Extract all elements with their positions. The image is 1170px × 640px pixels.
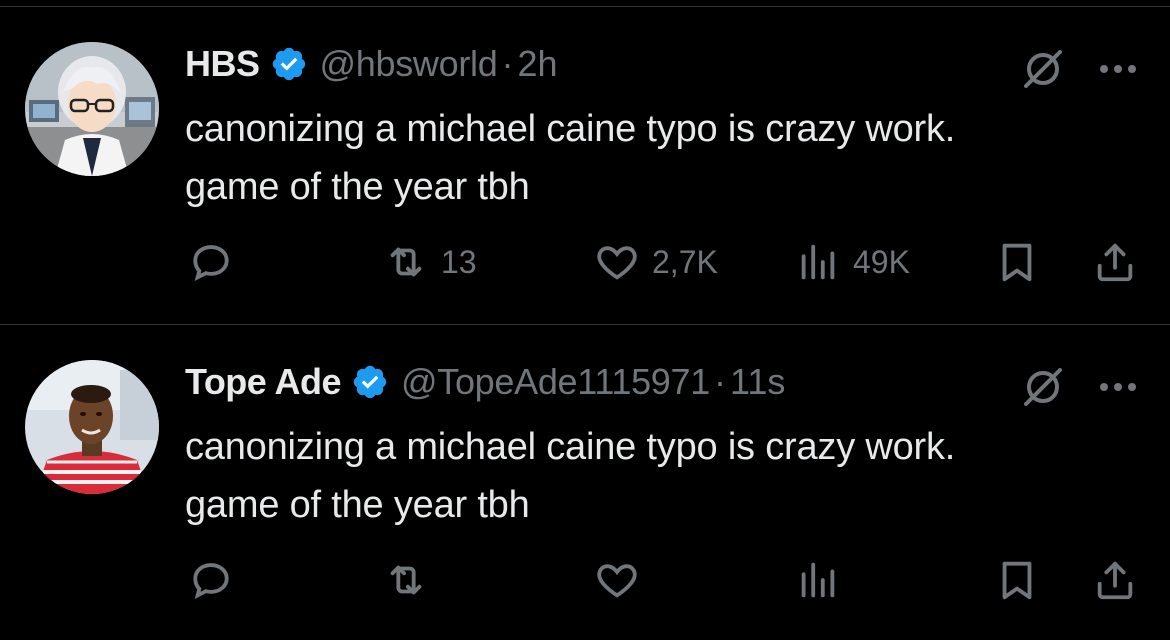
action-bar xyxy=(0,552,1170,608)
separator-dot: · xyxy=(501,43,514,84)
tweet-header: Tope Ade @TopeAde1115971 · 11s xyxy=(185,359,785,405)
views-icon xyxy=(801,244,835,280)
views-icon xyxy=(801,562,835,598)
retweet-icon xyxy=(390,565,422,595)
tweet-divider xyxy=(0,324,1170,325)
tweet-text: canonizing a michael caine typo is crazy… xyxy=(185,418,1145,534)
verified-badge-icon xyxy=(351,363,389,401)
avatar[interactable] xyxy=(25,42,159,176)
reply-icon xyxy=(193,245,229,281)
heart-icon xyxy=(597,564,637,598)
author-handle[interactable]: @TopeAde1115971 xyxy=(401,361,710,403)
share-icon xyxy=(1097,561,1133,600)
grok-icon[interactable] xyxy=(1020,364,1066,410)
retweet-button[interactable] xyxy=(383,552,441,608)
timestamp[interactable]: 11s xyxy=(730,361,785,403)
separator-dot: · xyxy=(713,361,726,402)
like-count: 2,7K xyxy=(652,243,718,280)
views-button[interactable]: 49K xyxy=(795,234,910,290)
tweet[interactable]: HBS @hbsworld · 2h canonizing a michael … xyxy=(0,8,1170,308)
tweet-header: HBS @hbsworld · 2h xyxy=(185,41,557,87)
grok-icon[interactable] xyxy=(1020,46,1066,92)
like-button[interactable] xyxy=(594,552,652,608)
more-dots-icon[interactable] xyxy=(1096,377,1140,397)
tweet[interactable]: Tope Ade @TopeAde1115971 · 11s canonizin… xyxy=(0,326,1170,626)
share-icon xyxy=(1097,243,1133,282)
reply-button[interactable] xyxy=(188,552,246,608)
views-button[interactable] xyxy=(795,552,853,608)
verified-badge-icon xyxy=(270,45,308,83)
heart-icon xyxy=(597,246,637,280)
reply-icon xyxy=(193,563,229,599)
author-name[interactable]: HBS xyxy=(185,43,260,85)
bookmark-icon xyxy=(1002,561,1032,600)
like-button[interactable]: 2,7K xyxy=(594,234,718,290)
avatar[interactable] xyxy=(25,360,159,494)
author-name[interactable]: Tope Ade xyxy=(185,361,342,403)
author-handle[interactable]: @hbsworld xyxy=(320,43,498,85)
retweet-icon xyxy=(390,247,422,277)
tweet-text-line: game of the year tbh xyxy=(185,166,530,208)
action-bar: 13 2,7K 49K xyxy=(0,234,1170,290)
views-count: 49K xyxy=(853,243,910,280)
bookmark-button[interactable] xyxy=(994,552,1040,608)
bookmark-button[interactable] xyxy=(994,234,1040,290)
tweet-text-line: canonizing a michael caine typo is crazy… xyxy=(185,426,956,468)
tweet-header-actions xyxy=(1020,46,1140,92)
timestamp[interactable]: 2h xyxy=(517,43,557,85)
retweet-button[interactable]: 13 xyxy=(383,234,477,290)
bookmark-icon xyxy=(1002,243,1032,282)
retweet-count: 13 xyxy=(441,243,477,280)
tweet-text-line: canonizing a michael caine typo is crazy… xyxy=(185,108,956,150)
share-button[interactable] xyxy=(1092,234,1138,290)
reply-button[interactable] xyxy=(188,234,246,290)
tweet-text: canonizing a michael caine typo is crazy… xyxy=(185,100,1145,216)
top-divider xyxy=(0,6,1170,7)
more-dots-icon[interactable] xyxy=(1096,59,1140,79)
tweet-text-line: game of the year tbh xyxy=(185,484,530,526)
share-button[interactable] xyxy=(1092,552,1138,608)
tweet-header-actions xyxy=(1020,364,1140,410)
